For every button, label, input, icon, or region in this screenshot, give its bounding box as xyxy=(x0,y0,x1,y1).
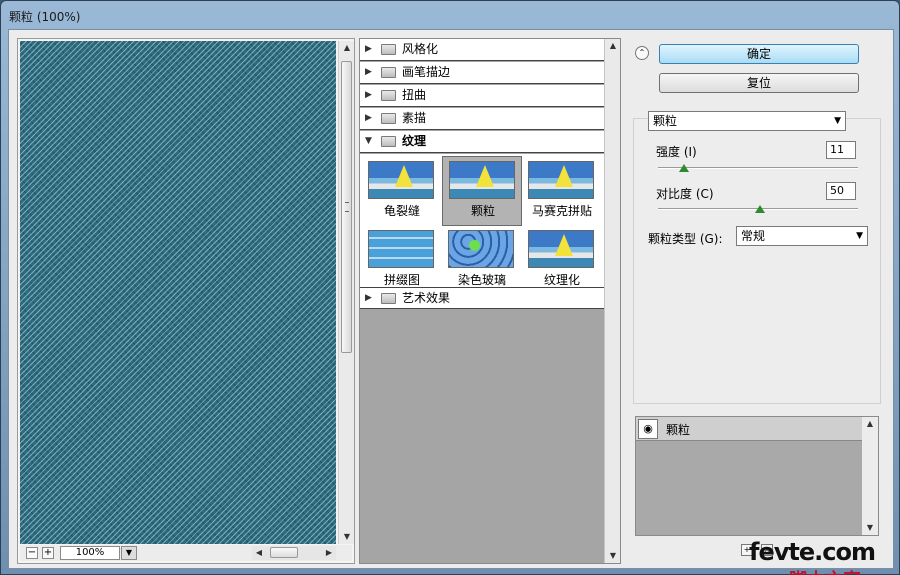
contrast-slider-thumb[interactable] xyxy=(755,205,765,213)
category-texture[interactable]: ▼ 纹理 xyxy=(360,131,604,153)
filter-thumbnail xyxy=(528,230,594,268)
zoom-level-field[interactable]: 100% xyxy=(60,546,120,560)
folder-icon xyxy=(381,293,396,304)
reset-button[interactable]: 复位 xyxy=(659,73,859,93)
filter-grain[interactable]: 颗粒 xyxy=(442,156,522,226)
contrast-input[interactable]: 50 xyxy=(826,182,856,200)
scroll-up-icon[interactable]: ▲ xyxy=(339,41,355,55)
contrast-label: 对比度 (C) xyxy=(656,187,714,201)
category-label: 艺术效果 xyxy=(402,291,451,305)
expand-arrow-icon: ▶ xyxy=(365,67,372,77)
filter-thumbnail xyxy=(368,230,434,268)
dropdown-arrow-icon: ▼ xyxy=(856,231,863,241)
zoom-out-button[interactable]: − xyxy=(26,547,38,559)
watermark-line2: 脚本之家 xyxy=(789,566,861,575)
hscroll-thumb[interactable] xyxy=(270,547,298,558)
dialog-client: ▲ ▼ − + 100% ▼ ◀ ▶ ▶ 风格化 ▶ 画笔描边 ▶ 扭曲 ▶ 素… xyxy=(8,29,894,575)
filter-label: 龟裂缝 xyxy=(383,204,420,218)
category-distort[interactable]: ▶ 扭曲 xyxy=(360,85,604,107)
grain-type-value: 常规 xyxy=(741,229,766,243)
grain-type-select[interactable]: 常规 ▼ xyxy=(736,226,868,246)
filter-select[interactable]: 颗粒 ▼ xyxy=(648,111,846,131)
dropdown-arrow-icon: ▼ xyxy=(834,116,841,126)
filter-gallery-list: ▶ 风格化 ▶ 画笔描边 ▶ 扭曲 ▶ 素描 ▼ 纹理 龟裂缝 颗粒 马赛克拼贴… xyxy=(359,38,621,564)
scroll-up-icon[interactable]: ▲ xyxy=(862,417,878,431)
filter-thumbnail xyxy=(368,161,434,199)
expand-arrow-icon: ▶ xyxy=(365,90,372,100)
expand-arrow-icon: ▶ xyxy=(365,293,372,303)
filter-label: 染色玻璃 xyxy=(457,273,506,287)
effect-layer-label: 颗粒 xyxy=(666,423,691,437)
folder-icon xyxy=(381,136,396,147)
grip-icon xyxy=(345,202,349,212)
preview-image[interactable] xyxy=(20,41,336,544)
scroll-down-icon[interactable]: ▼ xyxy=(862,521,878,535)
category-brush-strokes[interactable]: ▶ 画笔描边 xyxy=(360,62,604,84)
texture-filter-thumbnails: 龟裂缝 颗粒 马赛克拼贴 拼缀图 染色玻璃 纹理化 xyxy=(360,154,604,299)
filter-gallery-window: 颗粒 (100%) ▲ ▼ − + 100% ▼ ◀ ▶ ▶ 风格化 ▶ 画笔描… xyxy=(0,0,900,575)
preview-vertical-scrollbar[interactable]: ▲ ▼ xyxy=(338,41,354,544)
preview-zoom-bar: − + 100% ▼ ◀ ▶ xyxy=(20,545,352,561)
collapse-arrow-icon: ▼ xyxy=(365,136,372,146)
folder-icon xyxy=(381,90,396,101)
folder-icon xyxy=(381,113,396,124)
zoom-in-button[interactable]: + xyxy=(42,547,54,559)
intensity-input[interactable]: 11 xyxy=(826,141,856,159)
category-label: 扭曲 xyxy=(402,88,427,102)
scroll-thumb[interactable] xyxy=(341,61,352,353)
scroll-down-icon[interactable]: ▼ xyxy=(605,549,621,563)
category-sketch[interactable]: ▶ 素描 xyxy=(360,108,604,130)
category-label: 风格化 xyxy=(402,42,439,56)
scroll-down-icon[interactable]: ▼ xyxy=(339,530,355,544)
sailboat-icon xyxy=(395,165,413,187)
category-label: 纹理 xyxy=(402,134,427,148)
filter-texturizer[interactable]: 纹理化 xyxy=(522,226,602,296)
scroll-up-icon[interactable]: ▲ xyxy=(605,39,621,53)
collapse-gallery-icon[interactable]: ⌃ xyxy=(635,46,649,60)
category-stylize[interactable]: ▶ 风格化 xyxy=(360,39,604,61)
intensity-label: 强度 (I) xyxy=(656,145,697,159)
scroll-left-icon[interactable]: ◀ xyxy=(252,546,266,560)
filter-label: 马赛克拼贴 xyxy=(531,204,592,218)
category-label: 画笔描边 xyxy=(402,65,451,79)
filter-settings-panel: 颗粒 ▼ 强度 (I) 11 对比度 (C) 50 颗粒类型 (G): 常规 ▼ xyxy=(633,111,881,404)
filter-label: 纹理化 xyxy=(543,273,580,287)
filter-stained-glass[interactable]: 染色玻璃 xyxy=(442,226,522,296)
gallery-scrollbar[interactable]: ▲ ▼ xyxy=(604,39,620,563)
sailboat-icon xyxy=(555,165,573,187)
ok-button[interactable]: 确定 xyxy=(659,44,859,64)
effect-layer-row[interactable]: ◉ 颗粒 xyxy=(636,417,862,441)
sailboat-icon xyxy=(555,234,573,256)
eye-icon[interactable]: ◉ xyxy=(638,419,658,439)
filter-thumbnail xyxy=(448,230,514,268)
scroll-right-icon[interactable]: ▶ xyxy=(322,546,336,560)
layers-scrollbar[interactable]: ▲ ▼ xyxy=(862,417,878,535)
filter-craquelure[interactable]: 龟裂缝 xyxy=(362,157,442,227)
preview-horizontal-scrollbar[interactable]: ◀ ▶ xyxy=(252,546,336,560)
filter-thumbnail xyxy=(528,161,594,199)
filter-label: 颗粒 xyxy=(470,204,495,218)
preview-panel: ▲ ▼ − + 100% ▼ ◀ ▶ xyxy=(17,38,355,564)
filter-thumbnail xyxy=(449,161,515,199)
watermark-logo: fevte.com 脚本之家 xyxy=(749,538,899,575)
category-artistic[interactable]: ▶ 艺术效果 xyxy=(360,287,604,309)
expand-arrow-icon: ▶ xyxy=(365,113,372,123)
intensity-slider-thumb[interactable] xyxy=(679,164,689,172)
effect-layers-panel: ◉ 颗粒 ▲ ▼ xyxy=(635,416,879,536)
filter-mosaic-tiles[interactable]: 马赛克拼贴 xyxy=(522,157,602,227)
folder-icon xyxy=(381,67,396,78)
sailboat-icon xyxy=(476,165,494,187)
category-label: 素描 xyxy=(402,111,427,125)
expand-arrow-icon: ▶ xyxy=(365,44,372,54)
filter-select-value: 颗粒 xyxy=(653,114,678,128)
watermark-line1: fevte.com xyxy=(749,538,876,566)
zoom-dropdown-icon[interactable]: ▼ xyxy=(121,546,137,560)
filter-label: 拼缀图 xyxy=(383,273,420,287)
window-title: 颗粒 (100%) xyxy=(9,10,81,24)
folder-icon xyxy=(381,44,396,55)
grain-type-label: 颗粒类型 (G): xyxy=(648,232,723,246)
filter-patchwork[interactable]: 拼缀图 xyxy=(362,226,442,296)
